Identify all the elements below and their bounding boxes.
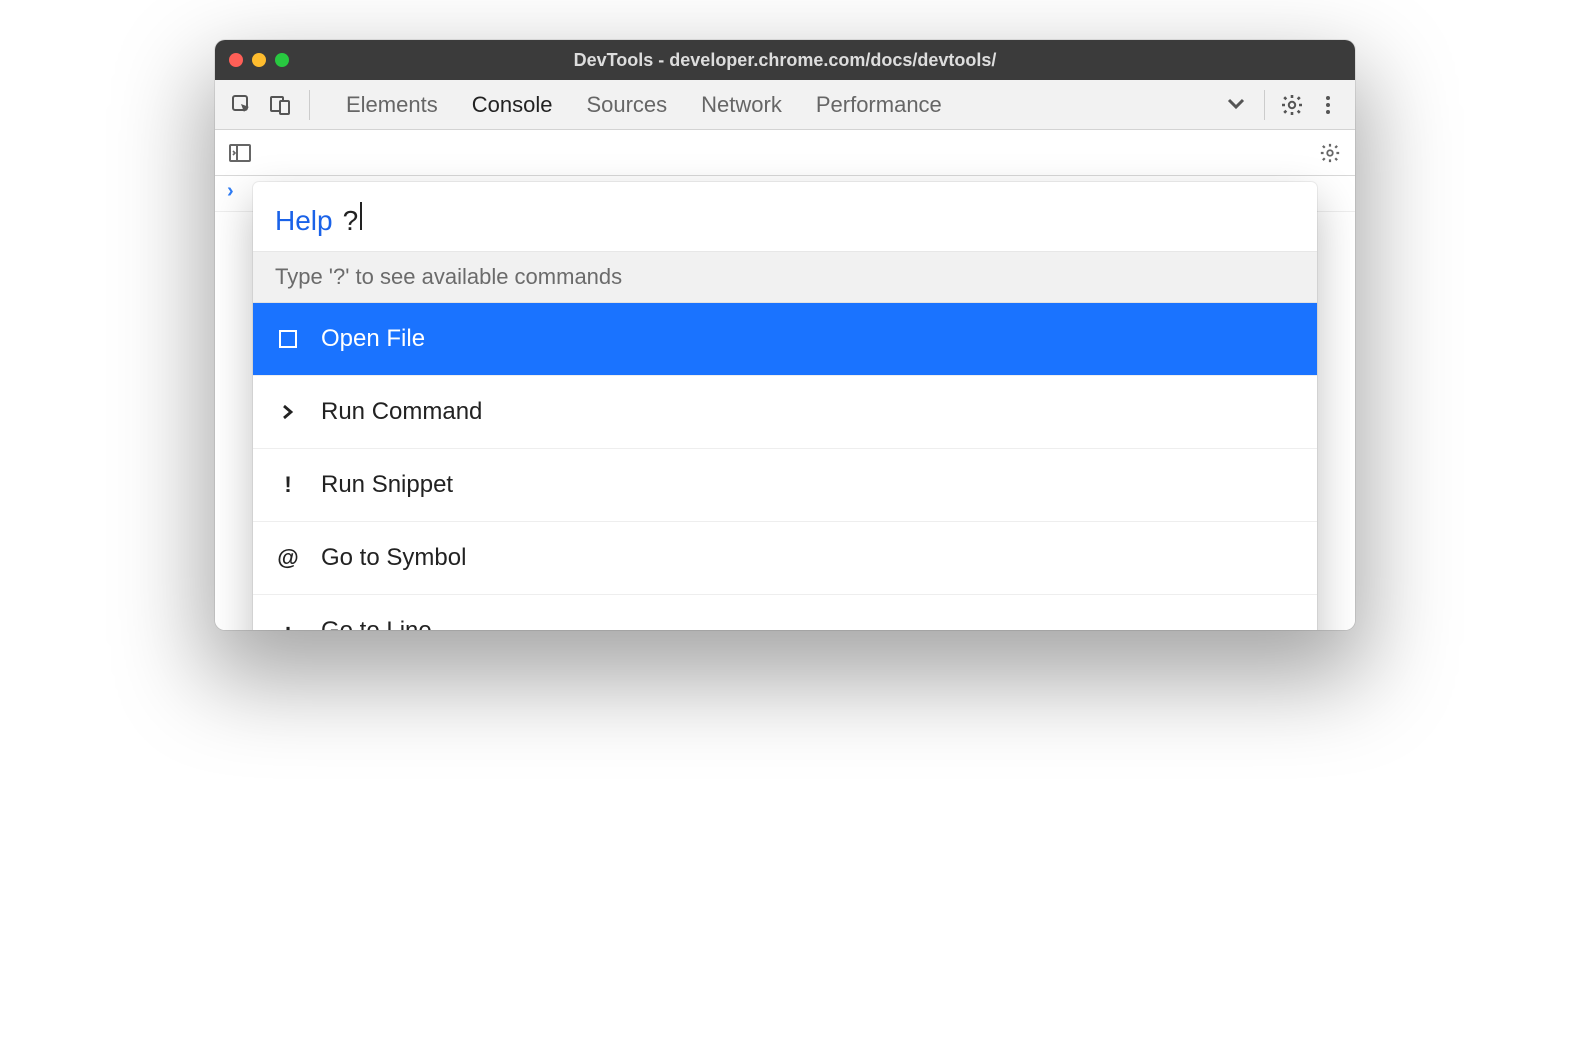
devtools-window: DevTools - developer.chrome.com/docs/dev… — [215, 40, 1355, 630]
empty-square-icon — [275, 329, 301, 349]
tab-console[interactable]: Console — [472, 92, 553, 118]
command-item-run-snippet[interactable]: ! Run Snippet — [253, 449, 1317, 522]
command-item-label: Go to Symbol — [321, 544, 466, 572]
command-item-run-command[interactable]: Run Command — [253, 376, 1317, 449]
command-menu-popup: Help ? Type '?' to see available command… — [253, 182, 1317, 630]
command-item-open-file[interactable]: Open File — [253, 303, 1317, 376]
tab-sources[interactable]: Sources — [586, 92, 667, 118]
command-item-label: Open File — [321, 325, 425, 353]
more-tabs-icon[interactable] — [1220, 88, 1254, 122]
command-item-label: Go to Line — [321, 617, 432, 630]
command-menu-prefix: Help — [275, 205, 333, 237]
devtools-toolbar: Elements Console Sources Network Perform… — [215, 80, 1355, 130]
minimize-icon[interactable] — [252, 53, 266, 67]
prompt-chevron-icon: › — [227, 180, 234, 203]
command-item-go-to-line[interactable]: : Go to Line — [253, 595, 1317, 630]
colon-icon: : — [275, 618, 301, 630]
divider — [309, 90, 310, 120]
command-menu-list: Open File Run Command ! Run Snippet @ Go… — [253, 303, 1317, 630]
tab-network[interactable]: Network — [701, 92, 782, 118]
command-menu-input[interactable]: Help ? — [253, 182, 1317, 252]
traffic-lights — [229, 53, 289, 67]
command-item-label: Run Snippet — [321, 471, 453, 499]
tab-elements[interactable]: Elements — [346, 92, 438, 118]
divider — [1264, 90, 1265, 120]
panel-content: › Help ? Type '?' to see available comma… — [215, 130, 1355, 630]
text-cursor-icon — [360, 202, 362, 230]
command-item-go-to-symbol[interactable]: @ Go to Symbol — [253, 522, 1317, 595]
command-menu-query: ? — [343, 205, 359, 237]
fullscreen-icon[interactable] — [275, 53, 289, 67]
tab-performance[interactable]: Performance — [816, 92, 942, 118]
titlebar: DevTools - developer.chrome.com/docs/dev… — [215, 40, 1355, 80]
chevron-right-icon — [275, 403, 301, 421]
console-subtoolbar — [215, 130, 1355, 176]
command-menu-hint: Type '?' to see available commands — [253, 252, 1317, 303]
close-icon[interactable] — [229, 53, 243, 67]
command-item-label: Run Command — [321, 398, 482, 426]
exclaim-icon: ! — [275, 472, 301, 498]
inspect-element-icon[interactable] — [225, 88, 259, 122]
settings-gear-icon[interactable] — [1275, 88, 1309, 122]
panel-tabs: Elements Console Sources Network Perform… — [346, 92, 1216, 118]
device-toolbar-icon[interactable] — [263, 88, 297, 122]
kebab-menu-icon[interactable] — [1311, 88, 1345, 122]
window-title: DevTools - developer.chrome.com/docs/dev… — [215, 50, 1355, 71]
console-settings-gear-icon[interactable] — [1313, 136, 1347, 170]
at-icon: @ — [275, 545, 301, 571]
console-sidebar-toggle-icon[interactable] — [223, 136, 257, 170]
